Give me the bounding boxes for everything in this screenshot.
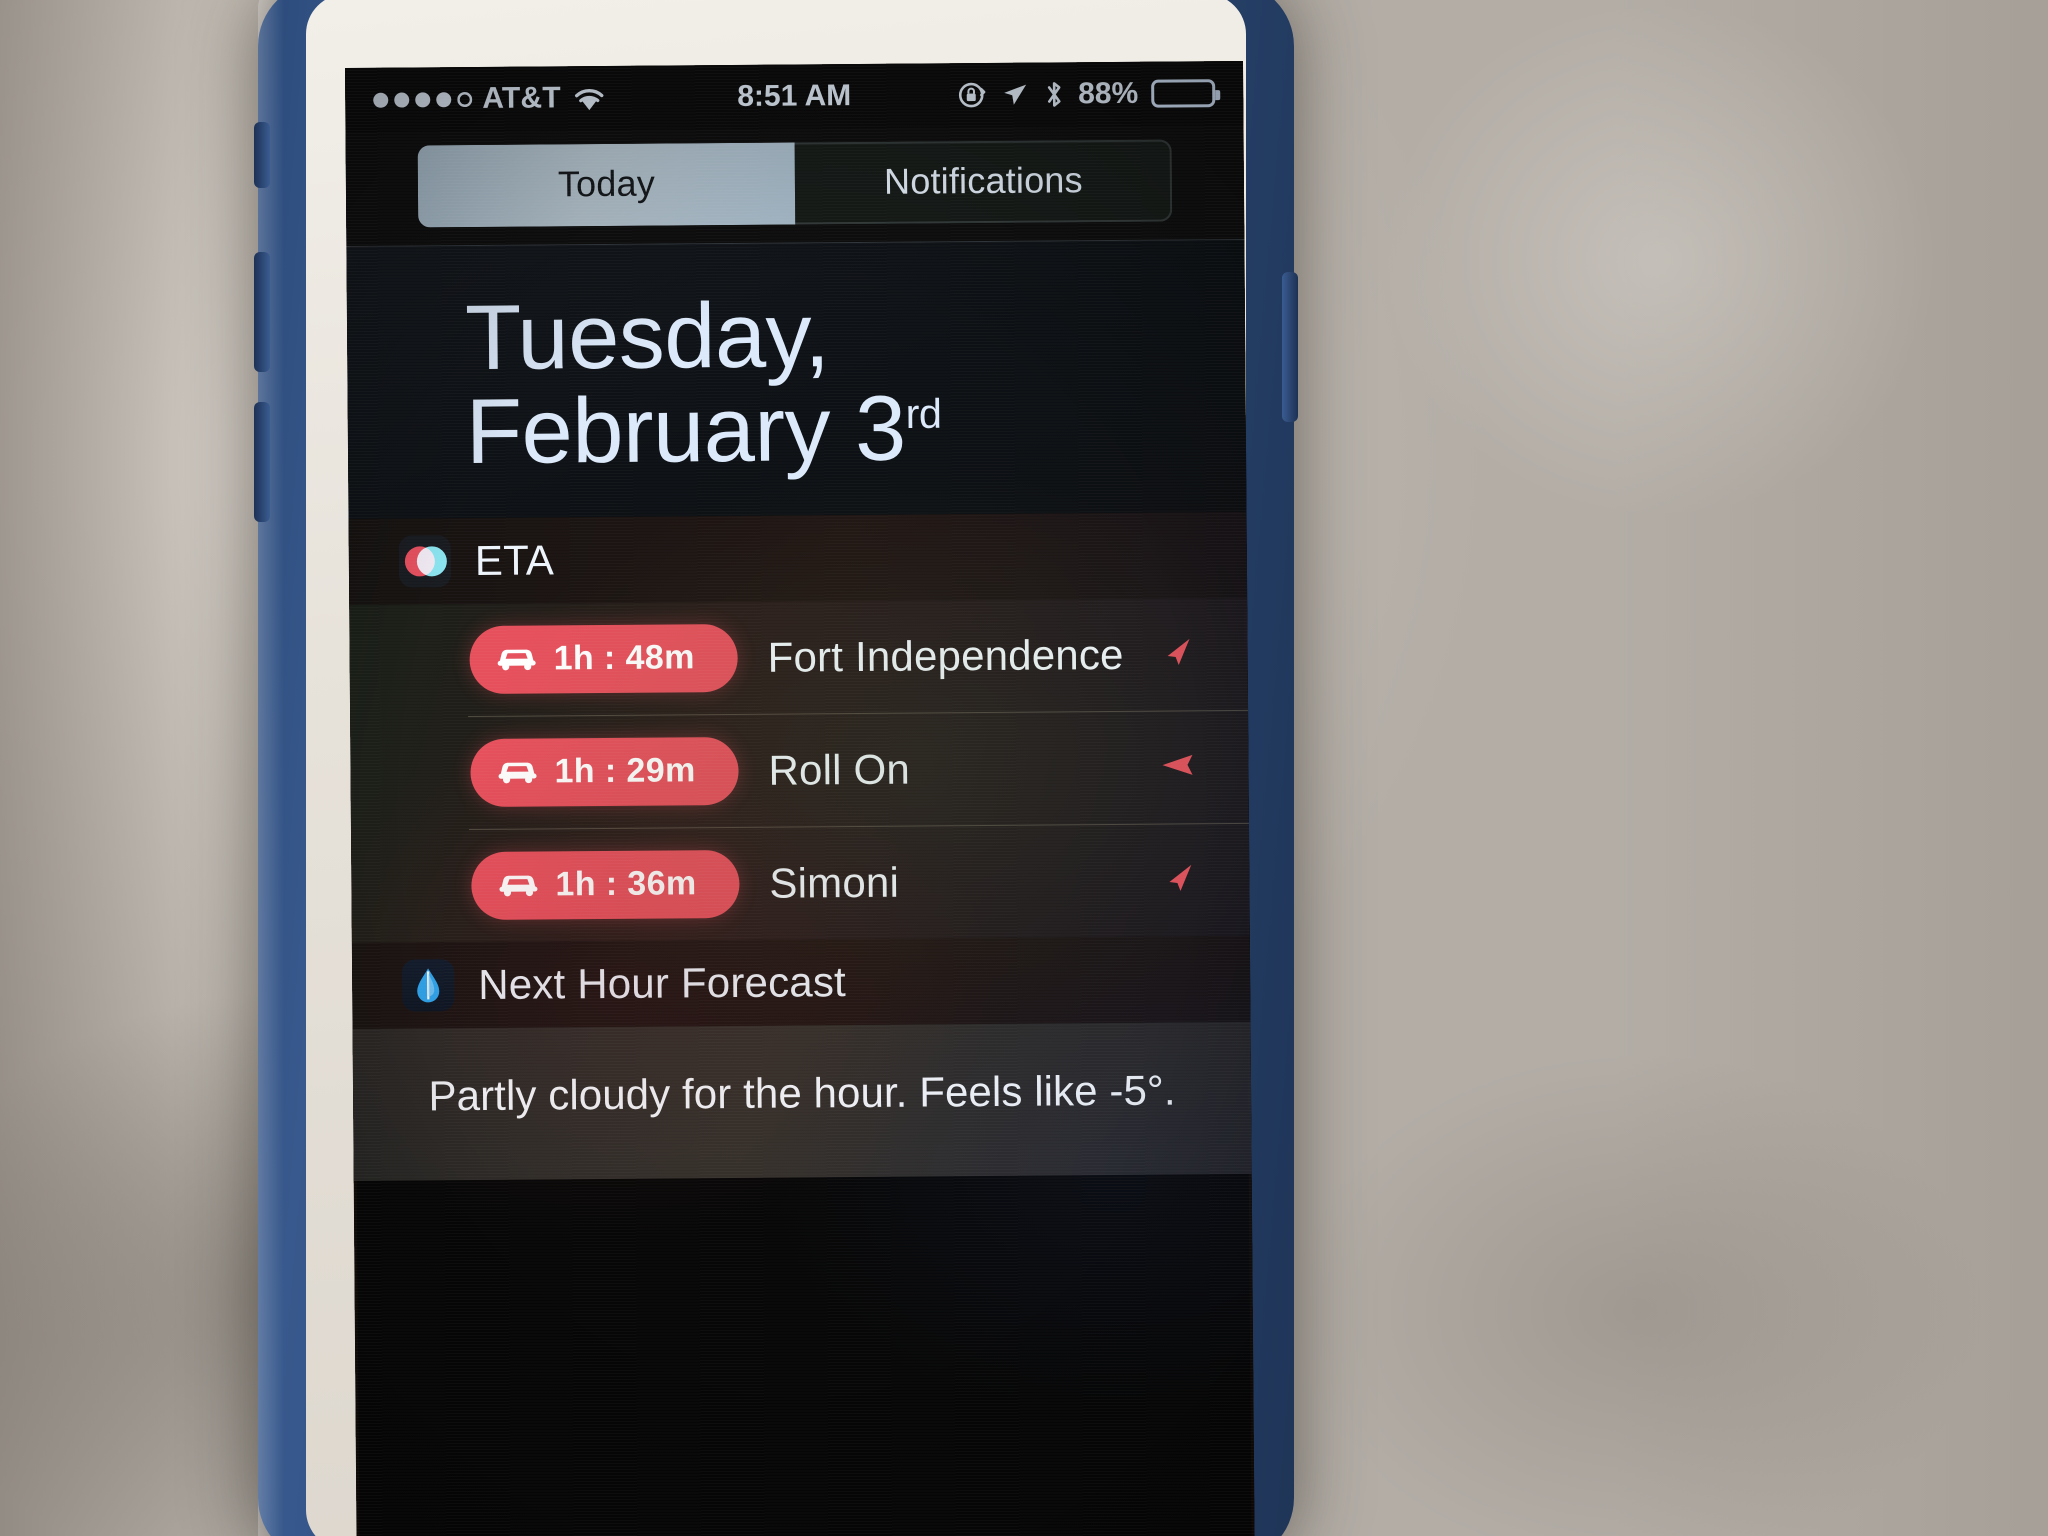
dark-sky-app-icon [402, 958, 455, 1012]
dark-sky-droplet-glyph [415, 967, 441, 1003]
date-line-month-day: February 3rd [465, 377, 1247, 483]
signal-strength-dots [373, 91, 472, 108]
status-bar-right: 88% [957, 76, 1216, 112]
date-ordinal-suffix: rd [905, 390, 942, 437]
location-arrow-icon [1000, 80, 1030, 110]
widget-header-next-hour-forecast[interactable]: Next Hour Forecast [351, 935, 1251, 1029]
car-icon [496, 754, 538, 789]
eta-destination-label: Simoni [769, 858, 900, 907]
signal-dot-3 [415, 91, 431, 107]
signal-dot-2 [394, 91, 410, 108]
segmented-control: Today Notifications [417, 139, 1173, 228]
direction-arrow-northeast-icon [1153, 628, 1199, 679]
eta-row[interactable]: 1h : 48m Fort Independence [349, 598, 1248, 717]
next-hour-forecast-body: Partly cloudy for the hour. Feels like -… [352, 1021, 1252, 1181]
car-icon [496, 641, 538, 676]
direction-arrow-northeast-icon [1155, 854, 1201, 905]
date-line-weekday: Tuesday, [464, 284, 830, 390]
date-header: Tuesday, February 3rd [346, 239, 1247, 519]
phone-button-silent[interactable] [254, 122, 270, 188]
widget-title-next-hour-forecast: Next Hour Forecast [478, 957, 847, 1008]
eta-destination-label: Fort Independence [767, 630, 1124, 681]
phone-screen: AT&T 8:51 AM 88% Today Notifications Tue… [345, 60, 1255, 1536]
wall-highlight [1380, 0, 1940, 520]
wall-shading-b [1288, 1050, 1988, 1536]
phone-button-volume-up[interactable] [254, 252, 270, 372]
today-view-content: Tuesday, February 3rd ETA 1h: 48m Fort … [346, 238, 1252, 1181]
eta-app-icon [398, 534, 452, 588]
date-month-day-text: February 3 [465, 377, 907, 483]
eta-widget-body: 1h : 48m Fort Independence 1h: 29m Roll… [349, 597, 1250, 943]
forecast-summary-text: Partly cloudy for the hour. Feels like -… [428, 1066, 1176, 1120]
widget-header-eta[interactable]: ETA [348, 511, 1248, 605]
status-bar-left: AT&T [373, 78, 957, 117]
eta-destination-label: Roll On [768, 745, 911, 794]
eta-icon-cyan-circle [416, 545, 447, 577]
eta-duration-pill: 1h : 29m [470, 736, 739, 807]
eta-row[interactable]: 1h : 36m Simoni [351, 824, 1250, 943]
rotation-lock-icon [957, 80, 987, 110]
wifi-icon [571, 84, 607, 112]
signal-dot-5 [457, 92, 472, 107]
status-bar: AT&T 8:51 AM 88% [345, 60, 1244, 132]
direction-arrow-west-icon [1154, 741, 1200, 792]
battery-icon [1151, 79, 1216, 108]
eta-duration-pill: 1h : 48m [469, 623, 738, 694]
phone-button-volume-down[interactable] [254, 402, 270, 522]
eta-duration-text: 1h : 29m [554, 750, 696, 791]
tab-notifications[interactable]: Notifications [794, 139, 1173, 225]
case-edge-highlight [258, 0, 284, 1536]
car-icon [497, 867, 539, 902]
signal-dot-1 [373, 92, 389, 108]
tab-today[interactable]: Today [417, 142, 796, 228]
phone-button-power[interactable] [1282, 272, 1298, 422]
notification-center-tabbar: Today Notifications [345, 124, 1245, 246]
signal-dot-4 [436, 91, 452, 107]
bluetooth-icon [1043, 78, 1065, 110]
eta-duration-pill: 1h : 36m [471, 849, 740, 920]
eta-duration-text: 1h : 48m [553, 637, 695, 678]
battery-percent-label: 88% [1078, 76, 1139, 111]
eta-duration-text: 1h : 36m [555, 863, 697, 904]
eta-row[interactable]: 1h : 29m Roll On [350, 711, 1249, 830]
carrier-label: AT&T [482, 81, 561, 115]
widget-title-eta: ETA [474, 536, 555, 584]
